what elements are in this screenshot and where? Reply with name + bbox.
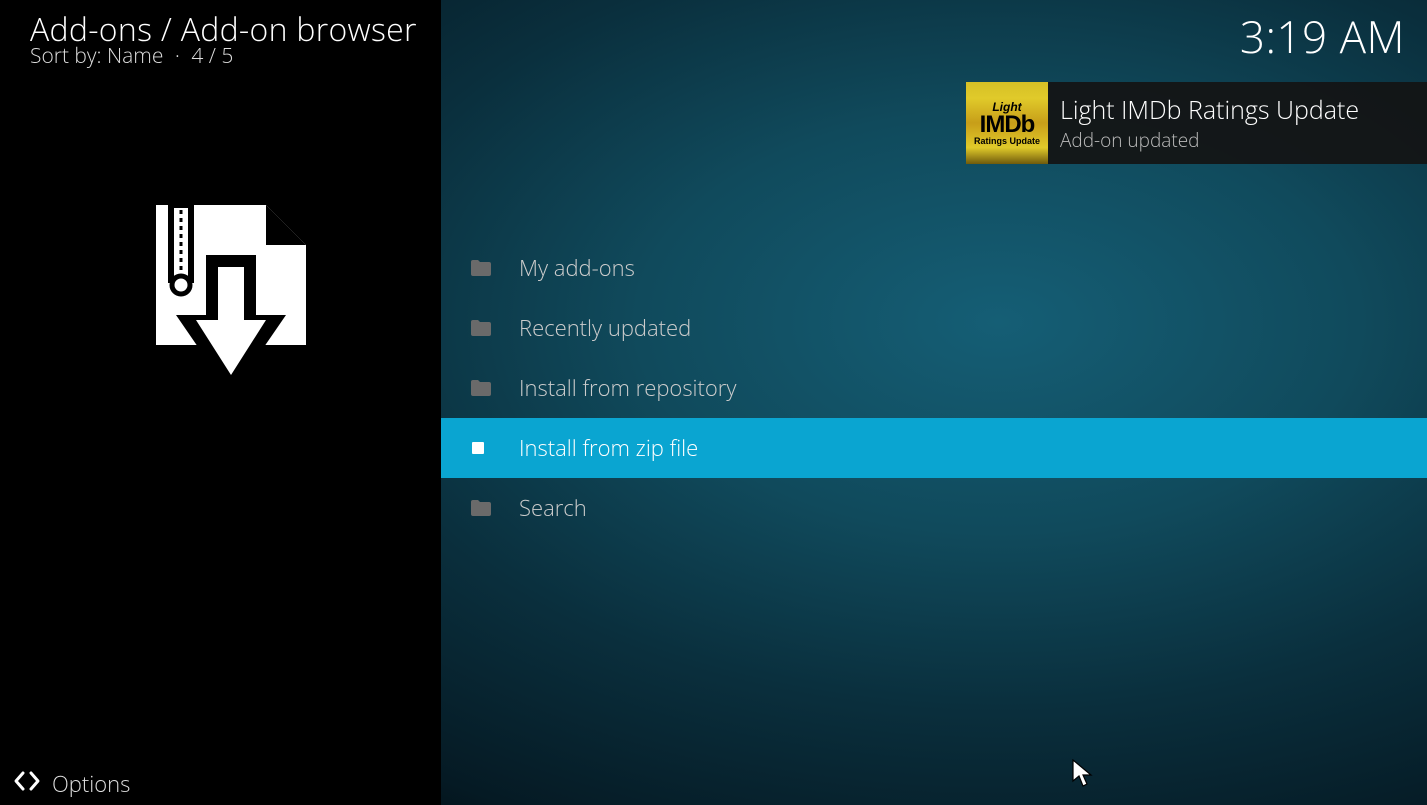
notification-toast: Light IMDb Ratings Update Light IMDb Rat… (966, 82, 1427, 164)
zip-install-thumbnail (121, 200, 321, 400)
menu-item-my-addons[interactable]: My add-ons (441, 238, 1427, 298)
folder-icon (471, 260, 519, 276)
sort-line: Sort by: Name · 4 / 5 (30, 42, 233, 70)
menu-item-label: Search (519, 493, 587, 523)
footer-options[interactable]: Options (14, 769, 130, 799)
sidebar-panel: Add-ons / Add-on browser Sort by: Name ·… (0, 0, 441, 805)
sort-label: Sort by: (30, 42, 102, 70)
menu-item-label: My add-ons (519, 253, 635, 283)
clock: 3:19 AM (1240, 6, 1405, 66)
menu-item-recently-updated[interactable]: Recently updated (441, 298, 1427, 358)
menu-item-install-repository[interactable]: Install from repository (441, 358, 1427, 418)
addon-menu: My add-ons Recently updated Install from… (441, 238, 1427, 538)
toast-text: Light IMDb Ratings Update Add-on updated (1048, 93, 1359, 153)
separator-dot: · (175, 42, 180, 70)
folder-icon (471, 380, 519, 396)
toast-icon-line2: IMDb (980, 113, 1035, 137)
menu-item-install-zip[interactable]: Install from zip file (441, 418, 1427, 478)
file-icon (471, 441, 519, 455)
folder-icon (471, 500, 519, 516)
options-label: Options (52, 769, 130, 799)
item-counter: 4 / 5 (191, 42, 233, 70)
menu-item-label: Install from zip file (519, 433, 698, 463)
menu-item-label: Recently updated (519, 313, 691, 343)
mouse-cursor (1072, 759, 1094, 794)
toast-addon-icon: Light IMDb Ratings Update (966, 82, 1048, 164)
sort-value: Name (107, 42, 163, 70)
folder-icon (471, 320, 519, 336)
toast-icon-line3: Ratings Update (974, 137, 1040, 146)
menu-item-search[interactable]: Search (441, 478, 1427, 538)
toast-subtitle: Add-on updated (1060, 127, 1359, 153)
options-arrows-icon (14, 769, 40, 799)
toast-title: Light IMDb Ratings Update (1060, 93, 1359, 127)
menu-item-label: Install from repository (519, 373, 736, 403)
